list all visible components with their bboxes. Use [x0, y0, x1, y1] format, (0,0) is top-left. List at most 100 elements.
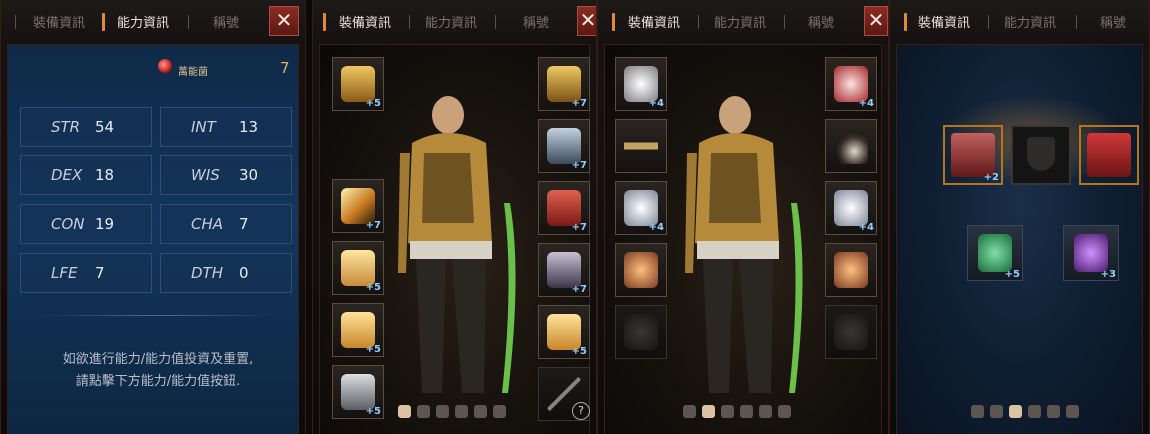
- accessory-category-icon[interactable]: [417, 405, 430, 418]
- gold-ring-icon: [834, 252, 868, 288]
- equipment-slot[interactable]: ?: [538, 367, 590, 421]
- accessory-slot[interactable]: +4: [615, 181, 667, 235]
- stat-dth: DTH 0: [160, 253, 292, 293]
- costume-category-icon[interactable]: [1028, 405, 1041, 418]
- title-category-icon[interactable]: [721, 405, 734, 418]
- red-amulet-icon: [834, 66, 868, 102]
- close-button[interactable]: ✕: [269, 6, 299, 36]
- emblem-slot[interactable]: +2: [943, 125, 1003, 185]
- costume-category-icon[interactable]: [455, 405, 468, 418]
- equipment-slot[interactable]: +5: [538, 305, 590, 359]
- accessory-category-icon[interactable]: [702, 405, 715, 418]
- enhance-level: +4: [648, 222, 664, 233]
- equipment-slot[interactable]: +7: [538, 119, 590, 173]
- hint-line-1: 如欲進行能力/能力值投資及重置,: [62, 352, 254, 367]
- stat-value: 54: [95, 118, 115, 136]
- stat-value: 7: [239, 215, 249, 233]
- accessory-slot[interactable]: [615, 243, 667, 297]
- equipment-slot[interactable]: +7: [538, 57, 590, 111]
- enhance-level: +5: [365, 406, 381, 417]
- tab-equipment[interactable]: 裝備資訊: [339, 12, 391, 31]
- tab-equipment[interactable]: 裝備資訊: [33, 12, 85, 31]
- enhance-level: +5: [365, 344, 381, 355]
- tab-titles[interactable]: 稱號: [1100, 12, 1126, 31]
- equipment-category-bar: [683, 405, 791, 418]
- accessory-slot[interactable]: [615, 305, 667, 359]
- recycle-category-icon[interactable]: [1047, 405, 1060, 418]
- equipment-panel-emblems: 裝備資訊 能力資訊 稱號 +2 +5 +3: [889, 0, 1150, 434]
- tab-equipment[interactable]: 裝備資訊: [918, 12, 970, 31]
- tab-bar: 裝備資訊 能力資訊 稱號: [890, 0, 1149, 44]
- emblem-slot[interactable]: [1011, 125, 1071, 185]
- lock-icon: [1087, 133, 1131, 177]
- costume-category-icon[interactable]: [740, 405, 753, 418]
- tab-titles[interactable]: 稱號: [808, 12, 834, 31]
- recycle-category-icon[interactable]: [474, 405, 487, 418]
- emblem-slot[interactable]: [1079, 125, 1139, 185]
- accessory-slot[interactable]: +4: [615, 57, 667, 111]
- stat-key: STR: [51, 118, 81, 136]
- red-cape-icon: [547, 190, 581, 226]
- equipment-slot[interactable]: +7: [332, 179, 384, 233]
- close-button[interactable]: ✕: [864, 6, 888, 36]
- enhance-level: +5: [571, 346, 587, 357]
- enhance-level: +4: [858, 222, 874, 233]
- stat-key: WIS: [191, 166, 220, 184]
- enhance-level: +5: [365, 282, 381, 293]
- silver-shoulder-icon: [547, 252, 581, 288]
- title-category-icon[interactable]: [1009, 405, 1022, 418]
- accessory-slot[interactable]: [825, 119, 877, 173]
- accessory-slot[interactable]: +4: [825, 57, 877, 111]
- purple-badge-icon: [1074, 234, 1108, 272]
- tab-abilities[interactable]: 能力資訊: [425, 12, 477, 31]
- enhance-level: +3: [1100, 269, 1116, 280]
- tab-equipment[interactable]: 裝備資訊: [628, 12, 680, 31]
- stat-wis: WIS 30: [160, 155, 292, 195]
- empty-ring-slot-icon: [624, 314, 658, 350]
- tab-abilities[interactable]: 能力資訊: [1004, 12, 1056, 31]
- swap-category-icon[interactable]: [493, 405, 506, 418]
- tab-titles[interactable]: 稱號: [213, 12, 239, 31]
- enhance-level: +4: [648, 98, 664, 109]
- tab-abilities[interactable]: 能力資訊: [117, 12, 169, 31]
- badge-slot[interactable]: +3: [1063, 225, 1119, 281]
- green-badge-icon: [978, 234, 1012, 272]
- equipment-slot[interactable]: +5: [332, 303, 384, 357]
- close-button[interactable]: ✕: [577, 6, 596, 36]
- stat-key: LFE: [51, 264, 78, 282]
- accessory-slot[interactable]: [825, 243, 877, 297]
- potion-icon: [158, 59, 172, 73]
- swap-category-icon[interactable]: [1066, 405, 1079, 418]
- equipment-slot[interactable]: +7: [538, 243, 590, 297]
- silver-ring-icon: [834, 190, 868, 226]
- accessory-category-icon[interactable]: [990, 405, 1003, 418]
- tab-abilities[interactable]: 能力資訊: [714, 12, 766, 31]
- enhance-level: +7: [571, 284, 587, 295]
- enhance-level: +4: [858, 98, 874, 109]
- hint-line-2: 請點擊下方能力/能力值按鈕.: [75, 374, 241, 389]
- gold-cloak-icon: [547, 66, 581, 102]
- accessory-slot[interactable]: [615, 119, 667, 173]
- badge-slot[interactable]: +5: [967, 225, 1023, 281]
- help-icon[interactable]: ?: [572, 402, 590, 420]
- stat-key: DTH: [191, 264, 223, 282]
- enhance-level: +7: [571, 160, 587, 171]
- equipment-slot[interactable]: +5: [332, 365, 384, 419]
- tab-titles[interactable]: 稱號: [523, 12, 549, 31]
- stat-value: 30: [239, 166, 259, 184]
- stat-value: 7: [95, 264, 105, 282]
- equipment-slot[interactable]: +7: [538, 181, 590, 235]
- equipment-slot[interactable]: +5: [332, 241, 384, 295]
- recycle-category-icon[interactable]: [759, 405, 772, 418]
- title-category-icon[interactable]: [436, 405, 449, 418]
- swap-category-icon[interactable]: [778, 405, 791, 418]
- armor-category-icon[interactable]: [398, 405, 411, 418]
- equipment-slot[interactable]: +5: [332, 57, 384, 111]
- accessory-slot[interactable]: [825, 305, 877, 359]
- stat-int: INT 13: [160, 107, 292, 147]
- equipment-category-bar: [398, 405, 506, 418]
- accessory-slot[interactable]: +4: [825, 181, 877, 235]
- tab-separator: [784, 15, 785, 29]
- armor-category-icon[interactable]: [971, 405, 984, 418]
- armor-category-icon[interactable]: [683, 405, 696, 418]
